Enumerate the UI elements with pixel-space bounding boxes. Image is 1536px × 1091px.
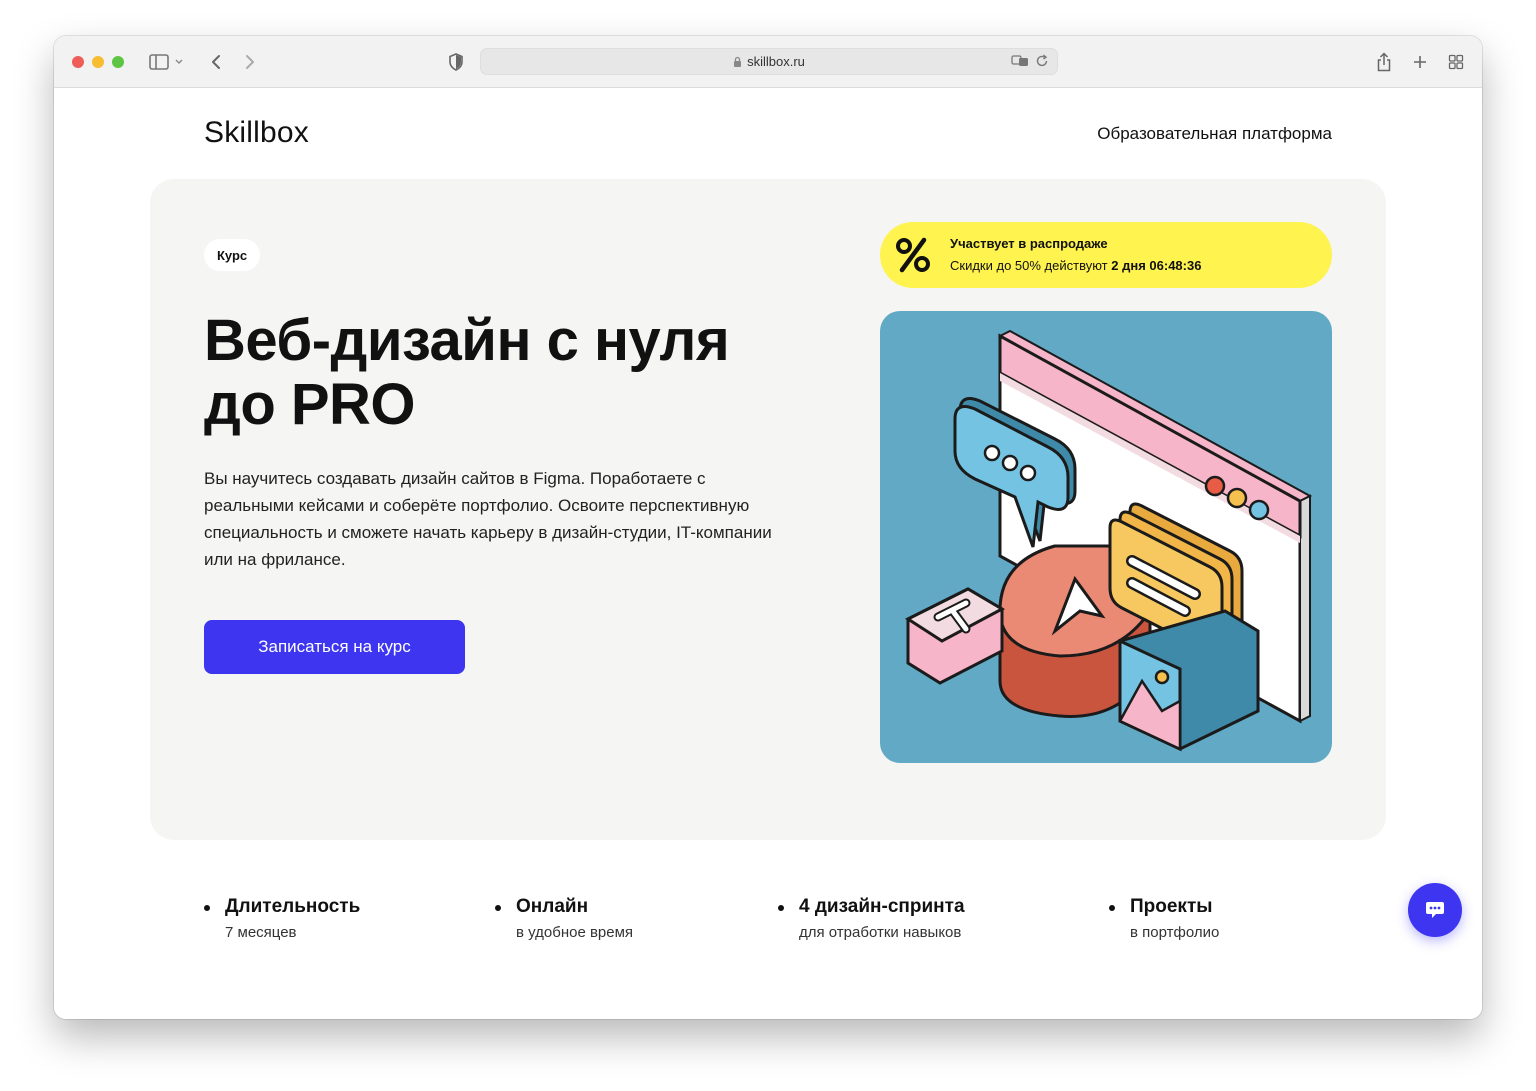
browser-window: skillbox.ru Skillbox Образовательная пла…: [54, 36, 1482, 1019]
reload-icon[interactable]: [1035, 54, 1049, 68]
course-features: Длительность 7 месяцев Онлайн в удобное …: [54, 896, 1482, 956]
feature-subtitle: для отработки навыков: [799, 924, 962, 941]
share-icon: [1377, 52, 1391, 72]
feature-title: Проекты: [1130, 896, 1213, 917]
close-window-button[interactable]: [72, 56, 84, 68]
sale-text: Скидки до 50% действуют: [950, 258, 1108, 273]
title-line-2: до PRO: [204, 372, 416, 437]
feature-title: 4 дизайн-спринта: [799, 896, 965, 917]
course-description: Вы научитесь создавать дизайн сайтов в F…: [204, 469, 772, 569]
feature-title: Онлайн: [516, 896, 589, 917]
plus-icon: [1414, 56, 1426, 68]
title-line-1: Веб-дизайн с нуля: [204, 308, 730, 373]
privacy-report-button[interactable]: [444, 50, 468, 74]
bullet-dot: [1109, 905, 1115, 911]
page-title: Веб-дизайн с нуля до PRO: [204, 309, 804, 437]
zoom-window-button[interactable]: [112, 56, 124, 68]
share-button[interactable]: [1372, 50, 1396, 74]
enroll-button[interactable]: Записаться на курс: [204, 620, 465, 674]
skillbox-logo[interactable]: Skillbox: [204, 116, 309, 150]
forward-button[interactable]: [238, 50, 262, 74]
tab-overview-button[interactable]: [1444, 50, 1468, 74]
percent-icon: [896, 237, 930, 273]
hero-section: Курс Веб-дизайн с нуля до PRO Вы научите…: [150, 179, 1386, 840]
sale-countdown: Скидки до 50% действуют 2 дня 06:48:36: [950, 258, 1201, 273]
chat-button[interactable]: [1408, 883, 1462, 937]
sidebar-toggle-button[interactable]: [146, 50, 190, 74]
feature-subtitle: в портфолио: [1130, 924, 1220, 941]
feature-subtitle: в удобное время: [516, 924, 634, 941]
back-button[interactable]: [204, 50, 228, 74]
page-content: Skillbox Образовательная платформа Курс …: [54, 88, 1482, 1019]
bullet-dot: [778, 905, 784, 911]
bullet-dot: [204, 905, 210, 911]
browser-toolbar: skillbox.ru: [54, 36, 1482, 88]
isometric-design-illustration: [904, 329, 1313, 752]
feature-subtitle: 7 месяцев: [225, 924, 297, 941]
chat-icon: [1426, 902, 1444, 918]
platform-link[interactable]: Образовательная платформа: [1097, 124, 1332, 144]
new-tab-button[interactable]: [1408, 50, 1432, 74]
bullet-dot: [495, 905, 501, 911]
feature-title: Длительность: [225, 896, 361, 917]
tabs-overview-icon: [1448, 54, 1464, 70]
translate-icon[interactable]: [1011, 54, 1029, 68]
course-illustration: [880, 311, 1332, 763]
shield-icon: [449, 53, 463, 71]
sale-title: Участвует в распродаже: [950, 236, 1108, 251]
sale-timer: 06:48:36: [1149, 258, 1202, 273]
sale-banner[interactable]: Участвует в распродаже Скидки до 50% дей…: [880, 222, 1332, 288]
course-badge: Курс: [204, 239, 261, 271]
back-icon: [212, 55, 220, 69]
sale-days: 2 дня: [1111, 258, 1146, 273]
lock-icon: [734, 56, 742, 67]
url-text: skillbox.ru: [747, 54, 805, 69]
minimize-window-button[interactable]: [92, 56, 104, 68]
sidebar-toggle-icon: [149, 54, 183, 70]
forward-icon: [246, 55, 254, 69]
address-bar[interactable]: skillbox.ru: [480, 48, 1058, 75]
